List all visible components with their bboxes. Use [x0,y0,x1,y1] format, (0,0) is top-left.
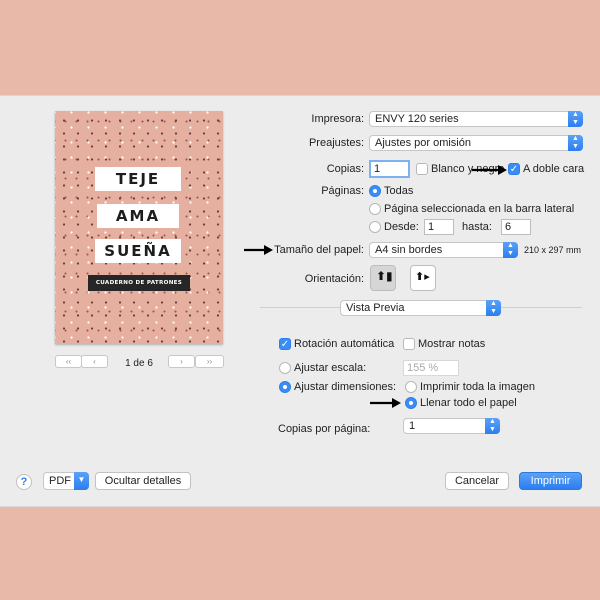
scale-radio[interactable] [279,362,291,374]
chevron-updown-icon: ▲ ▼ [503,242,518,258]
annotation-arrow-icon [244,245,273,255]
hide-details-button[interactable]: Ocultar detalles [95,472,191,490]
duplex-checkbox[interactable]: ✓ [508,163,520,175]
section-value: Vista Previa [346,302,405,314]
scale-label: Ajustar escala: [294,362,367,374]
copies-field[interactable]: 1 [369,160,410,178]
chevron-updown-icon: ▲ ▼ [486,300,501,316]
pages-selected-radio[interactable] [369,203,381,215]
portrait-icon: ⬆▮ [376,269,393,283]
pages-to-field[interactable]: 6 [501,219,531,235]
printer-select[interactable]: ENVY 120 series ▲ ▼ [369,111,583,127]
printer-value: ENVY 120 series [375,113,459,125]
page-indicator: 1 de 6 [125,358,153,369]
fit-radio[interactable] [279,381,291,393]
paper-size-label: Tamaño del papel: [274,244,364,256]
annotation-arrow-icon [370,398,401,408]
print-button[interactable]: Imprimir [519,472,582,490]
fill-paper-radio[interactable] [405,397,417,409]
section-select[interactable]: Vista Previa ▲ ▼ [340,300,501,316]
presets-label: Preajustes: [308,137,364,149]
print-entire-radio[interactable] [405,381,417,393]
pages-from-label: Desde: [384,221,419,233]
pdf-label: PDF [49,475,71,487]
last-page-button[interactable]: ›› [195,355,224,368]
show-notes-label: Mostrar notas [418,338,486,350]
presets-select[interactable]: Ajustes por omisión ▲ ▼ [369,135,583,151]
cover-word-2: AMA [97,204,179,228]
chevron-updown-icon: ▲ ▼ [485,418,500,434]
paper-size-select[interactable]: A4 sin bordes ▲ ▼ [369,242,518,258]
fill-paper-label: Llenar todo el papel [420,397,517,409]
copies-per-page-label: Copias por página: [278,423,371,435]
pages-label: Páginas: [321,185,364,197]
duplex-label: A doble cara [523,163,585,175]
cover-word-1: TEJE [95,167,181,191]
paper-size-value: A4 sin bordes [375,244,443,256]
scale-field[interactable]: 155 % [403,360,459,376]
copies-per-page-value: 1 [409,420,416,432]
cancel-button[interactable]: Cancelar [445,472,509,490]
bw-checkbox[interactable] [416,163,428,175]
chevron-updown-icon: ▲ ▼ [568,111,583,127]
show-notes-checkbox[interactable] [403,338,415,350]
auto-rotate-checkbox[interactable]: ✓ [279,338,291,350]
cover-word-3: SUEÑA [95,239,181,263]
chevron-down-icon: ▼ [74,472,89,490]
next-page-button[interactable]: › [168,355,195,368]
copies-per-page-select[interactable]: 1 ▲ ▼ [403,418,500,434]
cover-subtitle: CUADERNO DE PATRONES [88,275,190,291]
copies-label: Copias: [326,163,364,175]
fit-label: Ajustar dimensiones: [294,381,397,393]
orientation-portrait-button[interactable]: ⬆▮ [370,265,396,291]
pages-all-radio[interactable] [369,185,381,197]
presets-value: Ajustes por omisión [375,137,471,149]
prev-page-button[interactable]: ‹ [81,355,108,368]
pdf-menu-button[interactable]: PDF ▼ [43,472,89,490]
print-dialog: TEJE AMA SUEÑA CUADERNO DE PATRONES ‹‹ ‹… [0,95,600,507]
annotation-arrow-icon [472,165,507,175]
orientation-label: Orientación: [304,273,364,285]
pages-all-label: Todas [384,185,414,197]
help-button[interactable]: ? [16,474,32,490]
page-preview: TEJE AMA SUEÑA CUADERNO DE PATRONES [55,111,223,344]
auto-rotate-label: Rotación automática [294,338,395,350]
landscape-icon: ⬆▸ [415,271,430,283]
pages-from-field[interactable]: 1 [424,219,454,235]
pages-range-radio[interactable] [369,221,381,233]
pages-to-label: hasta: [462,221,492,233]
printer-label: Impresora: [311,113,364,125]
paper-dimensions: 210 x 297 mm [524,245,582,255]
print-entire-label: Imprimir toda la imagen [420,381,535,393]
chevron-updown-icon: ▲ ▼ [568,135,583,151]
orientation-landscape-button[interactable]: ⬆▸ [410,265,436,291]
pages-selected-label: Página seleccionada en la barra lateral [384,203,575,215]
first-page-button[interactable]: ‹‹ [55,355,82,368]
